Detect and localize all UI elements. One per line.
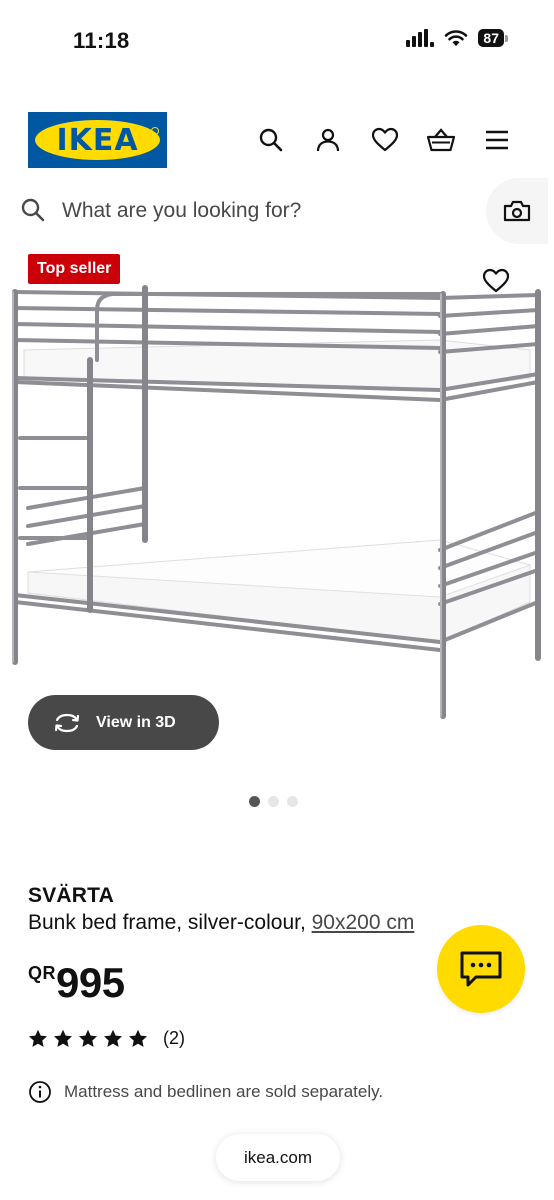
view-in-3d-label: View in 3D	[96, 713, 176, 731]
star-icon	[79, 1029, 97, 1047]
image-carousel-dots	[249, 796, 298, 807]
product-description: Bunk bed frame, silver-colour, 90x200 cm	[28, 911, 414, 935]
product-type: Bunk bed frame, silver-colour,	[28, 911, 312, 934]
carousel-dot-3[interactable]	[287, 796, 298, 807]
wifi-icon	[445, 30, 468, 46]
search-input[interactable]: What are you looking for?	[62, 199, 301, 223]
status-icons: 87	[406, 29, 508, 47]
product-rating[interactable]: (2)	[28, 1028, 185, 1049]
rating-stars	[28, 1029, 148, 1048]
carousel-dot-1[interactable]	[249, 796, 260, 807]
camera-search-icon	[503, 200, 531, 222]
info-note: Mattress and bedlinen are sold separatel…	[28, 1080, 383, 1104]
status-bar: 11:18 87	[0, 0, 554, 80]
heart-outline-icon	[482, 268, 510, 293]
product-image-bunk-bed[interactable]	[0, 250, 554, 770]
menu-icon[interactable]	[482, 125, 512, 155]
battery-icon: 87	[478, 29, 508, 47]
star-icon	[29, 1029, 47, 1047]
product-name: SVÄRTA	[28, 884, 114, 907]
add-to-favourites-button[interactable]	[482, 268, 510, 296]
shopping-basket-icon[interactable]	[426, 125, 456, 155]
browser-url-bar[interactable]: ikea.com	[216, 1134, 340, 1181]
product-price: QR 995	[28, 955, 125, 1011]
chat-bubble-icon	[460, 951, 502, 987]
star-icon	[54, 1029, 72, 1047]
heart-icon[interactable]	[370, 125, 400, 155]
info-note-text: Mattress and bedlinen are sold separatel…	[64, 1082, 384, 1101]
battery-tip	[505, 34, 508, 42]
view-in-3d-button[interactable]: View in 3D	[28, 695, 219, 750]
price-currency: QR	[28, 963, 56, 983]
profile-icon[interactable]	[313, 125, 343, 155]
chat-button[interactable]	[437, 925, 525, 1013]
rotate-3d-icon	[54, 713, 80, 732]
logo-registered-mark	[151, 127, 159, 135]
search-field-icon	[20, 197, 46, 228]
status-time: 11:18	[73, 28, 130, 53]
product-size-link[interactable]: 90x200 cm	[312, 911, 415, 934]
cellular-signal-icon	[406, 29, 435, 47]
info-icon	[29, 1081, 51, 1103]
price-value: 995	[56, 959, 125, 1006]
ikea-logo[interactable]: IKEA	[28, 112, 167, 168]
search-icon[interactable]	[256, 125, 286, 155]
star-icon	[129, 1029, 147, 1047]
search-bar[interactable]: What are you looking for?	[0, 178, 554, 244]
carousel-dot-2[interactable]	[268, 796, 279, 807]
star-icon	[104, 1029, 122, 1047]
logo-text: IKEA	[56, 122, 139, 158]
review-count[interactable]: (2)	[163, 1028, 185, 1049]
camera-search-button[interactable]	[486, 178, 548, 244]
battery-level: 87	[478, 29, 504, 47]
site-header: IKEA	[0, 110, 554, 170]
top-seller-badge: Top seller	[28, 254, 121, 284]
